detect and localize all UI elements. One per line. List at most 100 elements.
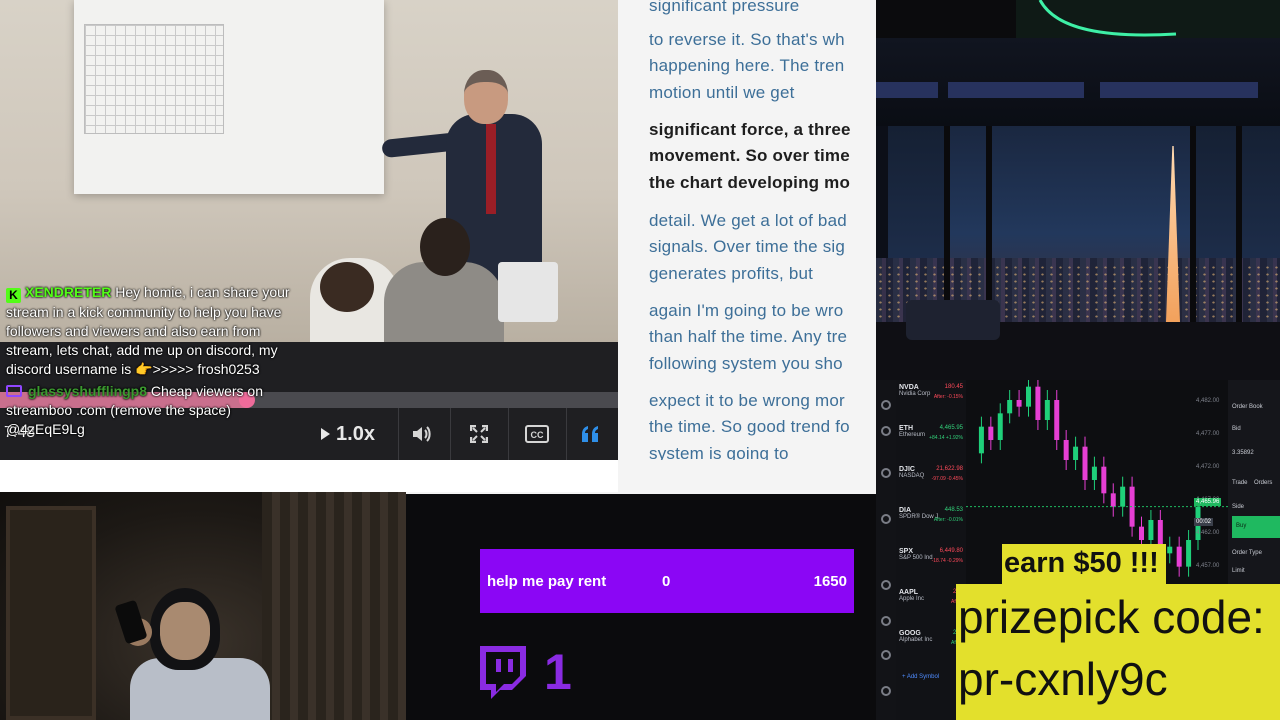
cursor-icon[interactable] [881,400,891,410]
buy-button[interactable]: Buy [1232,516,1280,538]
watchlist-row[interactable]: SPX S&P 500 Ind 6,449.80 -18.74 -0.29% [899,548,965,588]
speed-label: 1.0x [336,422,375,445]
window-frame [986,126,992,326]
transcript-line[interactable]: to reverse it. So that's wh [649,30,845,50]
window-frame [944,126,950,326]
order-type-select[interactable]: Limit [1232,568,1245,574]
twitch-badge-icon [6,385,22,397]
quote-icon [582,426,598,442]
transcript-line[interactable]: the time. So good trend fo [649,417,850,437]
candle [1110,493,1116,507]
candle [1082,446,1088,480]
order-type-label: Order Type [1232,550,1262,556]
transcript-panel[interactable]: significant pressure to reverse it. So th… [618,0,876,460]
price-tick: 4,482.00 [1196,398,1220,404]
transcript-line[interactable]: movement. So over time [649,146,850,166]
transcript-line[interactable]: again I'm going to be wro [649,301,843,321]
candle [978,426,984,454]
audience-head [420,218,470,276]
volume-button[interactable] [398,408,444,460]
candle [1167,546,1173,554]
divider [508,408,509,460]
chat-message: glassyshufflingp8 Cheap viewers on strea… [6,382,306,439]
order-book-tab[interactable]: Order Book [1232,404,1263,410]
transcript-line[interactable]: motion until we get [649,83,795,103]
watchlist-row[interactable]: DJIC NASDAQ 21,622.98 -97.09 -0.45% [899,466,965,506]
ceiling-light [876,82,938,98]
orders-tab[interactable]: Orders [1254,480,1272,486]
chat-username: glassyshufflingp8 [28,383,148,399]
fullscreen-button[interactable] [456,408,502,460]
speed-button[interactable]: 1.0x [300,408,396,460]
city-window-scene [876,38,1280,380]
candle [1063,440,1069,460]
watchlist-row[interactable]: DIA SPDR® Dow J 448.53 After: -0.01% [899,507,965,547]
tool-rail [876,380,896,720]
table [498,262,558,322]
watchlist-row[interactable]: ETH Ethereum 4,465.95 +84.14 +1.92% [899,425,965,465]
candle [988,426,994,440]
transcript-line[interactable]: happening here. The tren [649,56,844,76]
text-icon[interactable] [881,616,891,626]
search-icon[interactable] [881,426,891,436]
current-price-tag: 4,465.96 [1194,498,1222,506]
fullscreen-icon [470,425,488,443]
glow-arc [1038,0,1177,37]
countdown-tag: 00:02 [1194,518,1214,526]
couch [906,300,1000,340]
price-tick: 4,462.00 [1196,530,1220,536]
ceiling-light [1100,82,1258,98]
transcript-line[interactable]: expect it to be wrong mor [649,391,845,411]
ruler-icon[interactable] [881,580,891,590]
layout-icon[interactable] [881,468,891,478]
volume-icon [413,426,431,442]
transcript-line[interactable]: the chart developing mo [649,173,850,193]
transcript-line[interactable]: signals. Over time the sig [649,237,845,257]
goal-label: help me pay rent [487,573,607,590]
price-tick: 4,472.00 [1196,464,1220,470]
chat-overlay: K XENDRETER Hey homie, i can share your s… [6,283,306,439]
lock-icon[interactable] [881,650,891,660]
candle [1073,446,1079,460]
divider [450,408,451,460]
transcript-line[interactable]: generates profits, but [649,264,813,284]
eye-icon[interactable] [881,686,891,696]
projected-grid [84,24,224,134]
door [6,506,96,720]
side-label: Side [1232,504,1245,510]
chat-username: XENDRETER [25,284,112,300]
ceiling-light [948,82,1084,98]
transcript-line[interactable]: significant pressure [649,0,799,16]
svg-text:CC: CC [531,430,544,440]
captions-button[interactable]: CC [514,408,560,460]
transcript-button[interactable] [570,408,612,460]
prizepick-code: pr-cxnly9c [958,653,1168,705]
goal-current: 0 [662,573,671,590]
trade-tab[interactable]: Trade [1232,480,1247,486]
panel-strip [0,460,618,492]
transcript-line[interactable]: significant force, a three [649,120,851,140]
goal-target: 1650 [813,573,847,590]
transcript-line[interactable]: following system you sho [649,354,843,374]
window-frame [1190,126,1196,326]
play-icon [321,428,331,440]
symbol-price: 6,449.80 [939,548,963,554]
grid-icon[interactable] [881,514,891,524]
bid-value: 3.35892 [1232,450,1254,456]
candle [1035,386,1041,420]
symbol-price: 180.45 [944,384,963,390]
symbol-change: -97.09 -0.45% [931,476,963,482]
transcript-line[interactable]: than half the time. Any tre [649,327,847,347]
transcript-line[interactable]: detail. We get a lot of bad [649,211,847,231]
audience-head [320,262,374,312]
webcam [0,492,406,720]
symbol-price: 21,622.98 [936,466,963,472]
add-symbol-button[interactable]: + Add Symbol [902,674,939,680]
candle [997,413,1003,440]
streamer [114,588,270,720]
watchlist-row[interactable]: NVDA Nvidia Corp 180.45 After: -0.15% [899,384,965,424]
candle [1176,546,1182,567]
transcript-line[interactable]: system is going to [649,444,789,460]
candle [1101,466,1107,494]
window-frame [1236,126,1242,326]
